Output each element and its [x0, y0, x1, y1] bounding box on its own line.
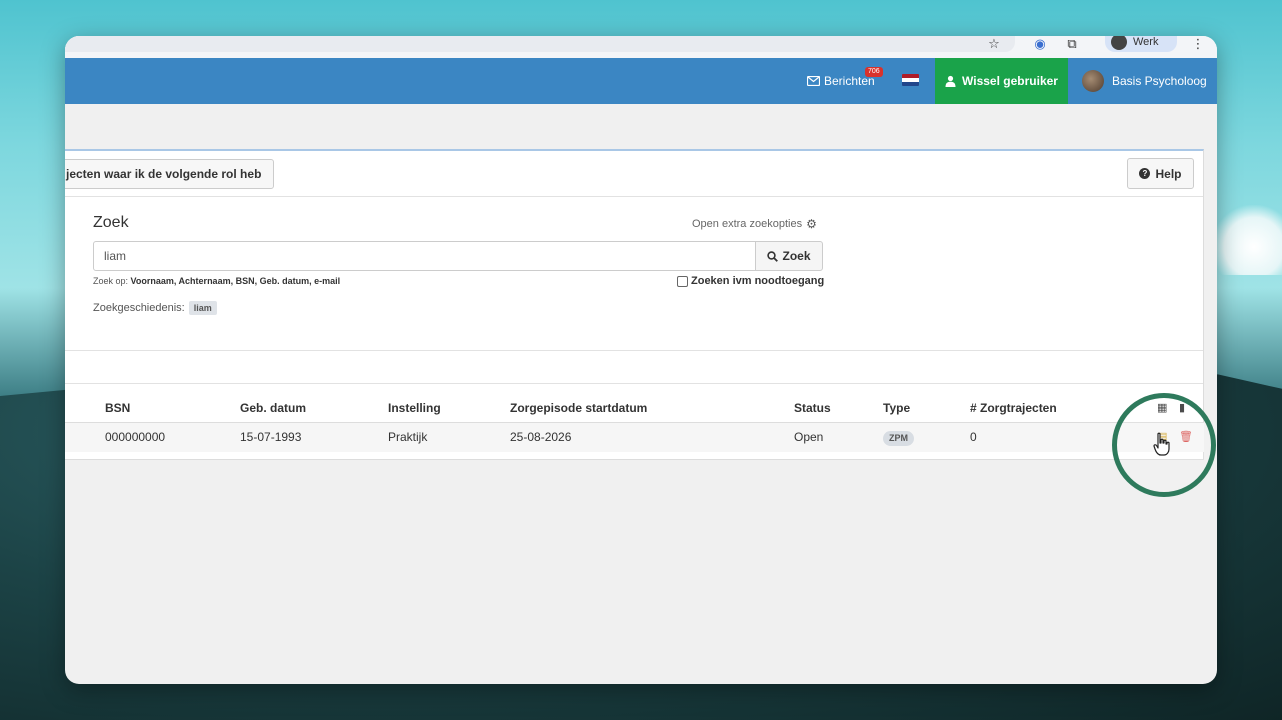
search-title: Zoek: [93, 214, 129, 231]
user-name-label: Basis Psycholoog: [1112, 74, 1207, 88]
browser-window: ☆ ◉ ⧉ Werk ⋮ Berichten 706 Wissel gebrui…: [65, 36, 1217, 684]
column-header-bsn[interactable]: BSN: [105, 394, 130, 423]
hand-pointer-icon: [1153, 432, 1170, 456]
search-hint-prefix: Zoek op:: [93, 276, 129, 286]
column-header-institution[interactable]: Instelling: [388, 394, 441, 423]
extension-icon[interactable]: ◉: [1032, 37, 1048, 51]
user-avatar: [1082, 70, 1104, 92]
switch-user-button[interactable]: Wissel gebruiker: [935, 58, 1068, 104]
search-panel: jecten waar ik de volgende rol heb ? Hel…: [65, 149, 1204, 460]
extra-options-label: Open extra zoekopties: [692, 218, 803, 230]
table-header: BSN Geb. datum Instelling Zorgepisode st…: [65, 394, 1204, 423]
emergency-access-label: Zoeken ivm noodtoegang: [691, 275, 825, 287]
profile-label: Werk: [1133, 36, 1159, 48]
column-header-status[interactable]: Status: [794, 394, 831, 423]
search-button-label: Zoek: [782, 249, 811, 263]
user-secret-icon: [945, 75, 956, 87]
extra-search-options-link[interactable]: Open extra zoekopties ⚙: [692, 217, 817, 231]
star-icon[interactable]: ☆: [986, 37, 1002, 51]
profile-avatar: [1111, 36, 1127, 50]
search-history-item[interactable]: liam: [188, 301, 217, 315]
type-badge: ZPM: [883, 431, 914, 446]
cell-type: ZPM: [883, 423, 914, 452]
background-cloud: [1212, 205, 1282, 275]
divider: [65, 196, 1203, 197]
search-history: Zoekgeschiedenis: liam: [93, 301, 217, 315]
emergency-access-option[interactable]: Zoeken ivm noodtoegang: [677, 275, 824, 287]
column-header-care-paths[interactable]: # Zorgtrajecten: [970, 394, 1057, 423]
cell-care-paths: 0: [970, 430, 977, 444]
column-header-type[interactable]: Type: [883, 394, 910, 423]
dutch-flag-icon[interactable]: [902, 74, 919, 86]
browser-toolbar: ☆ ◉ ⧉ Werk ⋮: [65, 36, 1217, 58]
messages-link[interactable]: Berichten 706: [807, 58, 883, 104]
search-history-label: Zoekgeschiedenis:: [93, 302, 185, 314]
gear-icon: ⚙: [806, 217, 817, 231]
cell-status: Open: [794, 430, 824, 444]
help-button[interactable]: ? Help: [1127, 158, 1194, 189]
search-hint-fields: Voornaam, Achternaam, BSN, Geb. datum, e…: [130, 276, 341, 286]
question-circle-icon: ?: [1139, 168, 1151, 179]
switch-user-label: Wissel gebruiker: [962, 74, 1058, 88]
results-table: BSN Geb. datum Instelling Zorgepisode st…: [65, 394, 1204, 452]
more-icon[interactable]: ⋮: [1190, 37, 1206, 51]
cell-bsn: 000000000: [105, 430, 166, 444]
puzzle-icon[interactable]: ⧉: [1064, 37, 1080, 51]
cell-episode-start: 25-08-2026: [510, 430, 572, 444]
divider: [65, 383, 1203, 384]
address-bar[interactable]: [65, 36, 1015, 52]
top-navbar: Berichten 706 Wissel gebruiker Basis Psy…: [65, 58, 1217, 104]
messages-count-badge: 706: [865, 67, 883, 77]
search-hint: Zoek op: Voornaam, Achternaam, BSN, Geb.…: [93, 276, 340, 286]
search-button[interactable]: Zoek: [755, 241, 823, 271]
profile-button[interactable]: Werk: [1105, 36, 1177, 52]
emergency-access-checkbox[interactable]: [677, 275, 688, 287]
column-header-episode-start[interactable]: Zorgepisode startdatum: [510, 394, 647, 423]
column-header-birth-date[interactable]: Geb. datum: [240, 394, 306, 423]
search-icon: [767, 250, 779, 262]
search-input[interactable]: [93, 241, 756, 271]
divider: [65, 350, 1203, 351]
table-row[interactable]: 000000000 15-07-1993 Praktijk 25-08-2026…: [65, 423, 1204, 452]
cell-institution: Praktijk: [388, 430, 428, 444]
help-label: Help: [1155, 166, 1182, 181]
envelope-icon: [807, 76, 820, 86]
user-menu[interactable]: Basis Psycholoog: [1068, 58, 1207, 104]
role-filter-button[interactable]: jecten waar ik de volgende rol heb: [65, 159, 275, 189]
cell-birth-date: 15-07-1993: [240, 430, 302, 444]
